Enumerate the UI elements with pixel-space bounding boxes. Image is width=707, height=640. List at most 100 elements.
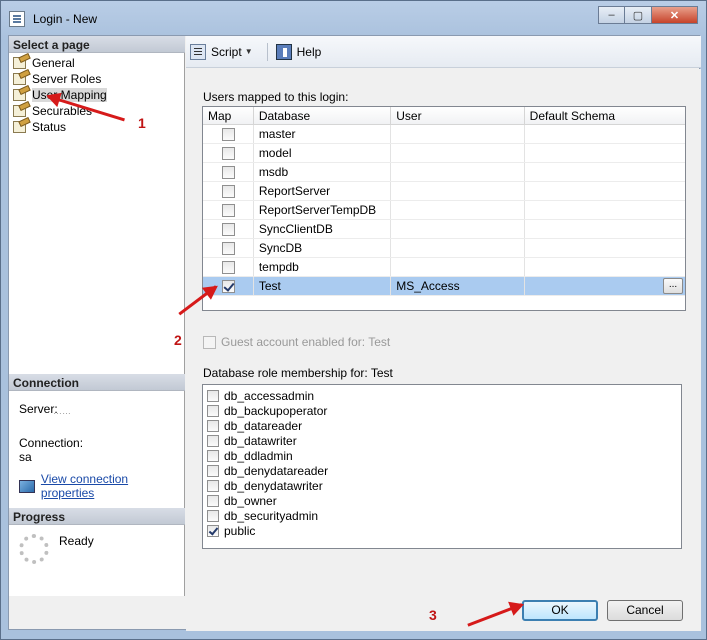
table-row[interactable]: ReportServerTempDB (203, 201, 685, 220)
table-row[interactable]: ReportServer (203, 182, 685, 201)
page-item-label: General (32, 56, 75, 70)
role-checkbox[interactable] (207, 434, 219, 447)
default-schema-cell[interactable]: ... (525, 277, 685, 295)
maximize-button[interactable]: ▢ (625, 6, 652, 24)
role-checkbox[interactable] (207, 494, 219, 507)
user-cell[interactable] (391, 144, 525, 162)
role-checkbox[interactable] (207, 464, 219, 477)
map-checkbox[interactable] (222, 280, 235, 293)
page-icon (13, 89, 26, 101)
column-header-map[interactable]: Map (203, 107, 254, 124)
default-schema-cell[interactable] (525, 144, 685, 162)
user-cell[interactable] (391, 201, 525, 219)
database-cell: master (254, 125, 392, 143)
map-checkbox[interactable] (222, 166, 235, 179)
user-cell[interactable] (391, 258, 525, 276)
view-connection-properties[interactable]: View connection properties (19, 472, 184, 500)
role-item[interactable]: db_ddladmin (207, 448, 677, 463)
role-item[interactable]: db_accessadmin (207, 388, 677, 403)
role-item[interactable]: db_denydatareader (207, 463, 677, 478)
page-item-label: User Mapping (32, 88, 107, 102)
column-header-user[interactable]: User (391, 107, 525, 124)
role-checkbox[interactable] (207, 419, 219, 432)
role-label: db_datawriter (224, 433, 297, 448)
page-icon (13, 105, 26, 117)
role-item[interactable]: db_backupoperator (207, 403, 677, 418)
page-icon (13, 57, 26, 69)
script-button[interactable]: Script ▼ (190, 43, 255, 60)
default-schema-cell[interactable] (525, 220, 685, 238)
view-connection-link[interactable]: View connection properties (41, 472, 184, 500)
role-checkbox[interactable] (207, 389, 219, 402)
default-schema-cell[interactable] (525, 125, 685, 143)
default-schema-cell[interactable] (525, 182, 685, 200)
map-cell (203, 239, 254, 257)
database-cell: model (254, 144, 392, 162)
role-item[interactable]: db_owner (207, 493, 677, 508)
users-mapped-label: Users mapped to this login: (203, 90, 349, 104)
role-label: db_owner (224, 493, 277, 508)
column-header-database[interactable]: Database (254, 107, 392, 124)
guest-account-checkbox (203, 335, 216, 349)
default-schema-cell[interactable] (525, 258, 685, 276)
default-schema-cell[interactable] (525, 239, 685, 257)
table-row[interactable]: msdb (203, 163, 685, 182)
table-row[interactable]: SyncClientDB (203, 220, 685, 239)
grid-body: master model msdb ReportServer ReportServerT… (203, 125, 685, 296)
login-new-window: Login - New – ▢ ✕ Select a page General S… (0, 0, 707, 640)
left-panel: Select a page General Server Roles User Ma… (9, 36, 185, 596)
role-item[interactable]: db_datawriter (207, 433, 677, 448)
page-item-status[interactable]: Status (13, 119, 107, 135)
role-checkbox[interactable] (207, 509, 219, 522)
role-label: db_securityadmin (224, 508, 319, 523)
help-label: Help (296, 44, 322, 59)
table-row[interactable]: tempdb (203, 258, 685, 277)
user-cell[interactable] (391, 125, 525, 143)
map-checkbox[interactable] (222, 223, 235, 236)
dialog-buttons: OK Cancel (186, 596, 701, 631)
role-label: db_backupoperator (224, 403, 328, 418)
page-icon (13, 121, 26, 133)
chevron-down-icon[interactable]: ▼ (245, 47, 253, 56)
user-cell[interactable] (391, 163, 525, 181)
default-schema-cell[interactable] (525, 201, 685, 219)
map-checkbox[interactable] (222, 242, 235, 255)
ok-button[interactable]: OK (522, 600, 598, 621)
table-row[interactable]: SyncDB (203, 239, 685, 258)
role-item[interactable]: db_datareader (207, 418, 677, 433)
column-header-default-schema[interactable]: Default Schema (525, 107, 685, 124)
help-button[interactable]: Help (275, 43, 322, 60)
user-cell[interactable] (391, 220, 525, 238)
table-row[interactable]: Test MS_Access... (203, 277, 685, 296)
cancel-button[interactable]: Cancel (607, 600, 683, 621)
map-checkbox[interactable] (222, 261, 235, 274)
user-mapping-page: Users mapped to this login: Map Database… (186, 69, 701, 596)
role-item[interactable]: db_denydatawriter (207, 478, 677, 493)
role-checkbox[interactable] (207, 524, 219, 537)
connection-properties-icon (19, 479, 35, 493)
table-row[interactable]: model (203, 144, 685, 163)
close-button[interactable]: ✕ (652, 6, 698, 24)
map-checkbox[interactable] (222, 185, 235, 198)
map-checkbox[interactable] (222, 147, 235, 160)
role-checkbox[interactable] (207, 449, 219, 462)
role-item[interactable]: db_securityadmin (207, 508, 677, 523)
map-cell (203, 144, 254, 162)
table-row[interactable]: master (203, 125, 685, 144)
user-cell[interactable] (391, 182, 525, 200)
progress-status: Ready (59, 534, 94, 548)
map-checkbox[interactable] (222, 128, 235, 141)
minimize-button[interactable]: – (598, 6, 625, 24)
map-checkbox[interactable] (222, 204, 235, 217)
user-cell[interactable]: MS_Access (391, 277, 525, 295)
users-mapped-grid[interactable]: Map Database User Default Schema master m… (202, 106, 686, 311)
role-checkbox[interactable] (207, 479, 219, 492)
role-checkbox[interactable] (207, 404, 219, 417)
role-item[interactable]: public (207, 523, 677, 538)
dialog-client: Select a page General Server Roles User Ma… (8, 35, 701, 631)
database-cell: SyncClientDB (254, 220, 392, 238)
browse-schema-button[interactable]: ... (662, 278, 683, 294)
user-cell[interactable] (391, 239, 525, 257)
default-schema-cell[interactable] (525, 163, 685, 181)
server-label: Server: (19, 402, 58, 416)
